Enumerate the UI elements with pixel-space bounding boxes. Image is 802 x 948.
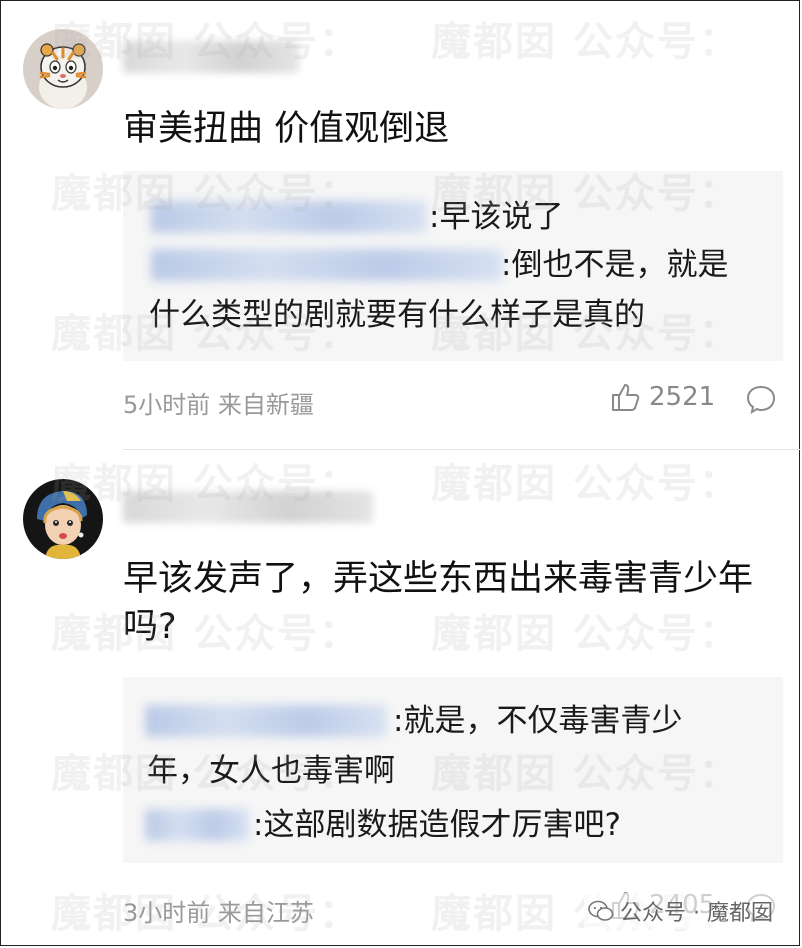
- tiger-avatar-icon: [23, 29, 103, 109]
- comment-meta: 5小时前 来自新疆: [123, 391, 314, 419]
- reply-text: :倒也不是，就是: [501, 247, 729, 283]
- comment-item: 审美扭曲 价值观倒退 :早该说了 :倒也不是，就是 什么类型的剧就要有什么样子是…: [1, 1, 801, 451]
- screenshot-frame: 审美扭曲 价值观倒退 :早该说了 :倒也不是，就是 什么类型的剧就要有什么样子是…: [0, 0, 801, 947]
- reply-text: :就是，不仅毒害青少: [393, 703, 683, 739]
- reply-preview-box[interactable]: :就是，不仅毒害青少 年，女人也毒害啊 :这部剧数据造假才厉害吧?: [123, 677, 783, 863]
- comment-meta: 3小时前 来自江苏: [123, 899, 314, 927]
- comment-divider: [123, 449, 801, 450]
- reply-text: :早该说了: [429, 199, 564, 235]
- avatar-girl-pearl-earring[interactable]: [23, 479, 103, 559]
- reply-username-blurred[interactable]: [151, 249, 503, 281]
- comment-item: 早该发声了，弄这些东西出来毒害青少年吗? :就是，不仅毒害青少 年，女人也毒害啊…: [1, 451, 801, 947]
- reply-text: :这部剧数据造假才厉害吧?: [253, 807, 621, 843]
- reply-preview-box[interactable]: :早该说了 :倒也不是，就是 什么类型的剧就要有什么样子是真的: [123, 171, 783, 361]
- reply-text: 什么类型的剧就要有什么样子是真的: [149, 297, 645, 333]
- reply-username-blurred[interactable]: [145, 809, 249, 841]
- comment-text: 早该发声了，弄这些东西出来毒害青少年吗?: [123, 559, 754, 647]
- like-count: 2521: [649, 382, 716, 412]
- girl-avatar-icon: [23, 479, 103, 559]
- reply-username-blurred[interactable]: [145, 705, 387, 737]
- like-button[interactable]: 2521: [609, 381, 715, 413]
- thumbs-up-icon: [612, 384, 640, 411]
- brand-label: 公众号 · 魔都囡: [620, 901, 773, 926]
- username-blurred[interactable]: [123, 41, 299, 73]
- brand-tag: 公众号 · 魔都囡: [584, 893, 777, 929]
- username-blurred[interactable]: [123, 491, 373, 523]
- avatar-tiger[interactable]: [23, 29, 103, 109]
- reply-username-blurred[interactable]: [151, 201, 427, 233]
- wechat-icon: [588, 900, 614, 921]
- reply-bubble-icon[interactable]: [745, 383, 777, 415]
- reply-text: 年，女人也毒害啊: [147, 753, 395, 789]
- comment-text: 审美扭曲 价值观倒退: [123, 109, 450, 149]
